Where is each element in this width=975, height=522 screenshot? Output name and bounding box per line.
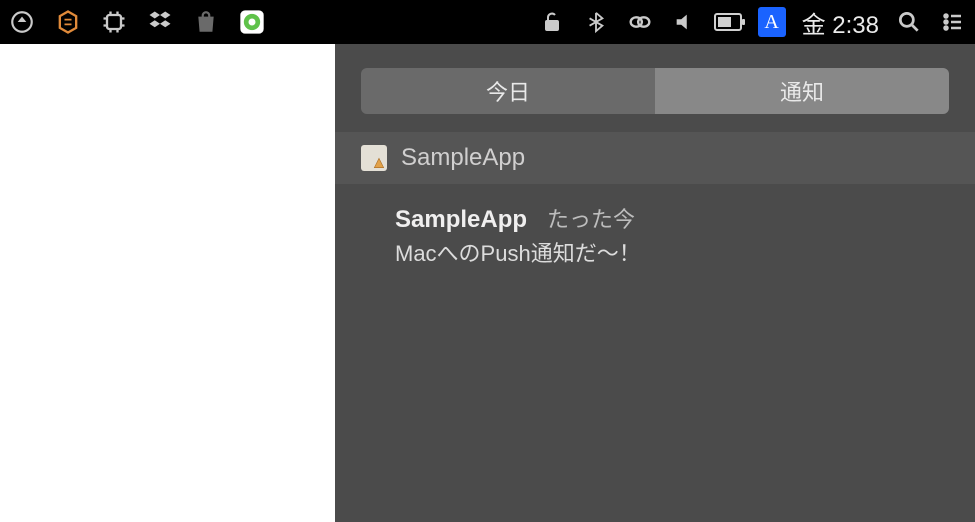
bluetooth-icon[interactable] xyxy=(582,8,610,36)
segment-control: 今日 通知 xyxy=(361,68,949,114)
menubar-right: A 金 2:38 xyxy=(538,5,967,40)
spotlight-icon[interactable] xyxy=(895,8,923,36)
link-cloud-icon[interactable] xyxy=(626,8,654,36)
notification-timestamp: たった今 xyxy=(547,202,635,234)
notification-center-panel: 今日 通知 SampleApp SampleApp たった今 MacへのPush… xyxy=(335,44,975,522)
unlock-icon[interactable] xyxy=(538,8,566,36)
dropbox-icon[interactable] xyxy=(146,8,174,36)
circle-arrow-icon[interactable] xyxy=(8,8,36,36)
battery-icon[interactable] xyxy=(714,8,742,36)
menubar-clock[interactable]: 金 2:38 xyxy=(802,5,879,40)
notification-item[interactable]: SampleApp たった今 MacへのPush通知だ〜！ xyxy=(335,184,975,276)
green-circle-icon[interactable] xyxy=(238,8,266,36)
app-icon xyxy=(361,145,387,171)
notification-body: MacへのPush通知だ〜！ xyxy=(395,236,949,268)
input-source-icon[interactable]: A xyxy=(758,8,786,36)
tab-today[interactable]: 今日 xyxy=(361,68,655,114)
bag-icon[interactable] xyxy=(192,8,220,36)
chip-icon[interactable] xyxy=(100,8,128,36)
tab-notifications[interactable]: 通知 xyxy=(655,68,949,114)
volume-icon[interactable] xyxy=(670,8,698,36)
menubar: A 金 2:38 xyxy=(0,0,975,44)
notification-center-icon[interactable] xyxy=(939,8,967,36)
segment-wrap: 今日 通知 xyxy=(335,44,975,132)
app-name-label: SampleApp xyxy=(401,144,525,172)
desktop-background xyxy=(0,44,335,522)
notification-app-header[interactable]: SampleApp xyxy=(335,132,975,184)
menubar-left xyxy=(8,8,266,36)
notification-title: SampleApp xyxy=(395,206,527,234)
hexagon-icon[interactable] xyxy=(54,8,82,36)
